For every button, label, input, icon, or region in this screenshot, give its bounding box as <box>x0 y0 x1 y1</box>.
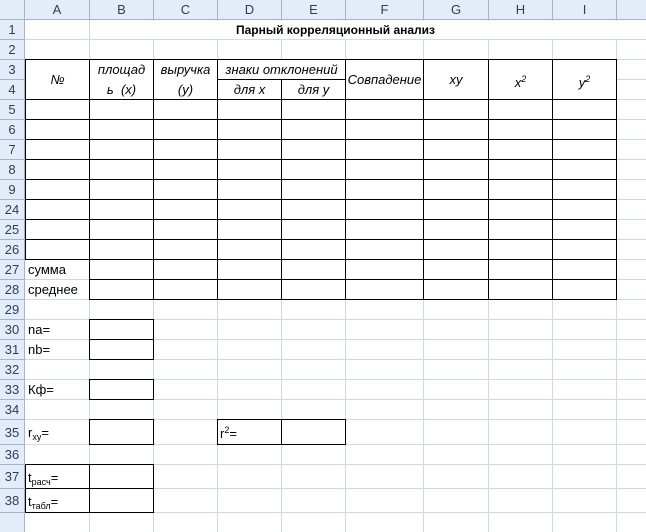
row-header-31[interactable]: 31 <box>0 340 25 360</box>
row-header-27[interactable]: 27 <box>0 260 25 280</box>
rxy-eq: = <box>41 425 49 440</box>
header-x-squared-exp: 2 <box>521 74 527 84</box>
t-calc-eq: = <box>50 470 59 485</box>
t-table-eq: = <box>50 494 59 509</box>
header-number[interactable]: № <box>26 60 89 99</box>
row-header-36[interactable]: 36 <box>0 445 25 465</box>
header-deviation-signs[interactable]: знаки отклонений <box>218 62 345 77</box>
row-header-1[interactable]: 1 <box>0 20 25 40</box>
t-table-sub: табл <box>31 501 51 511</box>
row-header-7[interactable]: 7 <box>0 140 25 160</box>
table-border <box>25 199 617 200</box>
table-border <box>89 299 617 300</box>
header-xy[interactable]: ху <box>424 60 488 99</box>
column-header-h[interactable]: H <box>489 0 553 20</box>
rxy-value-box[interactable] <box>89 419 154 445</box>
header-revenue-line1[interactable]: выручка <box>154 62 217 77</box>
label-sum[interactable]: сумма <box>28 262 66 277</box>
label-t-calc[interactable]: tрасч= <box>28 470 58 487</box>
select-all-corner[interactable] <box>0 0 25 20</box>
spreadsheet: A B C D E F G H I 1 2 3 4 5 6 7 8 9 24 2… <box>0 0 646 532</box>
column-header-g[interactable]: G <box>424 0 489 20</box>
table-border <box>25 219 617 220</box>
header-for-y[interactable]: для у <box>282 82 345 97</box>
header-x-squared[interactable]: х2 <box>489 60 552 99</box>
table-border <box>218 79 346 80</box>
column-header-d[interactable]: D <box>218 0 282 20</box>
row-header-24[interactable]: 24 <box>0 200 25 220</box>
t-calc-sub: расч <box>31 477 51 487</box>
row-header-28[interactable]: 28 <box>0 280 25 300</box>
box-divider <box>89 339 154 340</box>
label-r2[interactable]: r2= <box>220 425 237 441</box>
table-border <box>25 179 617 180</box>
header-match[interactable]: Совпадение <box>346 60 423 99</box>
header-area-line2[interactable]: ь (x) <box>90 82 153 97</box>
table-border <box>25 159 617 160</box>
row-header-35[interactable]: 35 <box>0 420 25 445</box>
label-nb[interactable]: nb= <box>28 342 50 357</box>
row-header-30[interactable]: 30 <box>0 320 25 340</box>
row-header-3[interactable]: 3 <box>0 60 25 80</box>
table-border <box>25 139 617 140</box>
row-header-25[interactable]: 25 <box>0 220 25 240</box>
row-header-39[interactable] <box>0 513 25 532</box>
label-t-table[interactable]: tтабл= <box>28 494 58 511</box>
label-rxy[interactable]: rxy= <box>28 425 49 442</box>
row-header-32[interactable]: 32 <box>0 360 25 380</box>
table-border <box>89 279 617 280</box>
rxy-sub: xy <box>32 432 42 442</box>
table-border <box>25 119 617 120</box>
column-header-b[interactable]: B <box>90 0 154 20</box>
label-mean[interactable]: среднее <box>28 282 78 297</box>
row-header-5[interactable]: 5 <box>0 100 25 120</box>
box-divider <box>281 419 282 445</box>
row-header-2[interactable]: 2 <box>0 40 25 60</box>
row-header-26[interactable]: 26 <box>0 240 25 260</box>
table-border <box>25 259 617 260</box>
row-header-34[interactable]: 34 <box>0 400 25 420</box>
row-header-6[interactable]: 6 <box>0 120 25 140</box>
row-header-9[interactable]: 9 <box>0 180 25 200</box>
table-border <box>25 239 617 240</box>
r2-eq: = <box>229 426 237 441</box>
column-header-f[interactable]: F <box>346 0 424 20</box>
table-border <box>281 79 282 300</box>
row-header-33[interactable]: 33 <box>0 380 25 400</box>
row-header-29[interactable]: 29 <box>0 300 25 320</box>
row-header-38[interactable]: 38 <box>0 489 25 513</box>
row-header-8[interactable]: 8 <box>0 160 25 180</box>
kf-value-box[interactable] <box>89 379 154 400</box>
label-na[interactable]: na= <box>28 322 50 337</box>
sheet-title[interactable]: Парный корреляционный анализ <box>25 20 646 40</box>
column-header-c[interactable]: C <box>154 0 218 20</box>
row-header-37[interactable]: 37 <box>0 465 25 489</box>
header-for-x[interactable]: для х <box>218 82 281 97</box>
header-y-squared-exp: 2 <box>585 74 591 84</box>
header-area-line1[interactable]: площад <box>90 62 153 77</box>
row-header-4[interactable]: 4 <box>0 80 25 100</box>
table-border <box>616 59 617 300</box>
box-divider <box>89 464 90 513</box>
column-header-j[interactable] <box>617 0 646 20</box>
table-border <box>25 99 617 100</box>
column-header-i[interactable]: I <box>553 0 617 20</box>
column-header-e[interactable]: E <box>282 0 346 20</box>
header-y-squared[interactable]: у2 <box>553 60 616 99</box>
label-kf[interactable]: Кф= <box>28 382 54 397</box>
header-revenue-line2[interactable]: (у) <box>154 82 217 97</box>
column-header-a[interactable]: A <box>25 0 90 20</box>
